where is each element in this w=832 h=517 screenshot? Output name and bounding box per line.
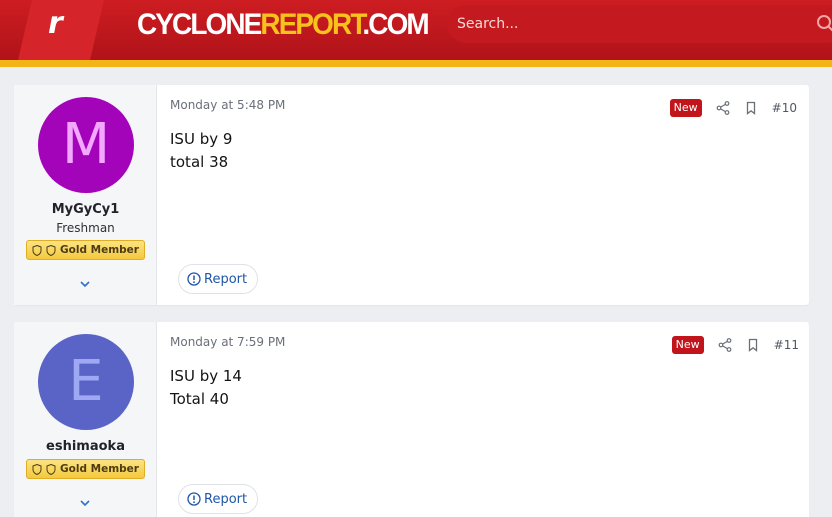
post-number[interactable]: #10: [772, 101, 797, 115]
brand-part-3: .COM: [362, 8, 429, 41]
post-actions: New #11: [671, 335, 799, 355]
chevron-down-icon[interactable]: [78, 279, 92, 289]
post-body: ISU by 14 Total 40: [170, 365, 242, 411]
report-icon: [187, 272, 201, 286]
post-body: ISU by 9 total 38: [170, 128, 232, 174]
report-label: Report: [204, 271, 248, 287]
share-icon[interactable]: [718, 338, 732, 352]
site-header: r CYCLONEREPORT.COM: [0, 0, 832, 60]
shield-icon: [32, 463, 42, 475]
post-number[interactable]: #11: [774, 338, 799, 352]
avatar-letter: E: [68, 349, 104, 414]
post: E eshimaoka Gold Member Monday at 7:59 P…: [14, 322, 809, 517]
report-label: Report: [204, 491, 248, 507]
site-logo[interactable]: CYCLONEREPORT.COM: [137, 6, 430, 44]
post-line: ISU by 9: [170, 130, 233, 148]
brand-part-2: REPORT: [260, 8, 364, 41]
report-button[interactable]: Report: [178, 484, 259, 514]
shield-icon: [46, 244, 56, 256]
banner-label: Gold Member: [60, 244, 139, 256]
post-user-panel: E eshimaoka Gold Member: [14, 322, 157, 517]
post: M MyGyCy1 Freshman Gold Member Monday at…: [14, 85, 809, 305]
new-badge: New: [671, 336, 704, 354]
logo-letter[interactable]: r: [48, 6, 63, 41]
search-icon[interactable]: [816, 14, 832, 34]
bookmark-icon[interactable]: [746, 338, 760, 352]
username[interactable]: eshimaoka: [14, 439, 157, 454]
avatar-letter: M: [61, 112, 111, 177]
user-banner: Gold Member: [26, 459, 145, 479]
chevron-down-icon[interactable]: [78, 498, 92, 508]
search-box: [447, 5, 832, 43]
user-title: Freshman: [56, 221, 115, 235]
shield-icon: [32, 244, 42, 256]
avatar[interactable]: M: [38, 97, 134, 193]
post-actions: New #10: [669, 98, 797, 118]
report-button[interactable]: Report: [178, 264, 259, 294]
post-line: total 38: [170, 153, 229, 171]
post-line: Total 40: [170, 390, 229, 408]
post-date[interactable]: Monday at 5:48 PM: [170, 98, 285, 112]
bookmark-icon[interactable]: [744, 101, 758, 115]
post-main: Monday at 7:59 PM New #11 ISU by 14 Tota…: [170, 322, 809, 517]
header-stripe: [0, 60, 832, 67]
post-date[interactable]: Monday at 7:59 PM: [170, 335, 285, 349]
shield-icon: [46, 463, 56, 475]
report-icon: [187, 492, 201, 506]
post-user-panel: M MyGyCy1 Freshman Gold Member: [14, 85, 157, 305]
avatar[interactable]: E: [38, 334, 134, 430]
brand-part-1: CYCLONE: [137, 8, 262, 41]
post-line: ISU by 14: [170, 367, 242, 385]
share-icon[interactable]: [716, 101, 730, 115]
search-input[interactable]: [447, 5, 807, 43]
username[interactable]: MyGyCy1: [14, 202, 157, 217]
post-main: Monday at 5:48 PM New #10 ISU by 9 total…: [170, 85, 809, 305]
new-badge: New: [669, 99, 702, 117]
user-banner: Gold Member: [26, 240, 145, 260]
banner-label: Gold Member: [60, 463, 139, 475]
